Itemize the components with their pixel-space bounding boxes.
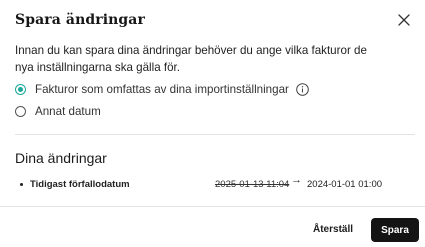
- radio-button[interactable]: [15, 106, 26, 117]
- divider: [15, 134, 415, 135]
- info-icon[interactable]: [296, 83, 309, 96]
- option-label: Fakturor som omfattas av dina importinst…: [35, 83, 289, 96]
- dialog-header: Spara ändringar: [15, 10, 411, 30]
- reset-button[interactable]: Återställ: [307, 218, 359, 240]
- intro-text: Innan du kan spara dina ändringar behöve…: [15, 44, 367, 74]
- changes-title: Dina ändringar: [15, 150, 107, 166]
- option-other-date[interactable]: Annat datum: [15, 105, 101, 118]
- dialog-footer: Återställ Spara: [0, 207, 425, 247]
- change-new-value: 2024-01-01 01:00: [307, 178, 383, 190]
- radio-button-selected[interactable]: [15, 84, 26, 95]
- close-icon: [398, 14, 410, 26]
- change-item: Tidigast förfallodatum 2025-01-13 11:04 …: [20, 174, 385, 191]
- dialog-title: Spara ändringar: [15, 12, 145, 28]
- save-button[interactable]: Spara: [371, 218, 419, 242]
- change-field-label: Tidigast förfallodatum: [30, 178, 130, 190]
- change-arrow: →: [291, 174, 302, 186]
- bullet: [20, 182, 23, 186]
- save-changes-dialog: Spara ändringar Innan du kan spara dina …: [0, 0, 425, 247]
- close-button[interactable]: [397, 13, 411, 27]
- option-import-settings[interactable]: Fakturor som omfattas av dina importinst…: [15, 83, 309, 96]
- option-label: Annat datum: [35, 105, 101, 118]
- change-old-value: 2025-01-13 11:04: [215, 178, 290, 190]
